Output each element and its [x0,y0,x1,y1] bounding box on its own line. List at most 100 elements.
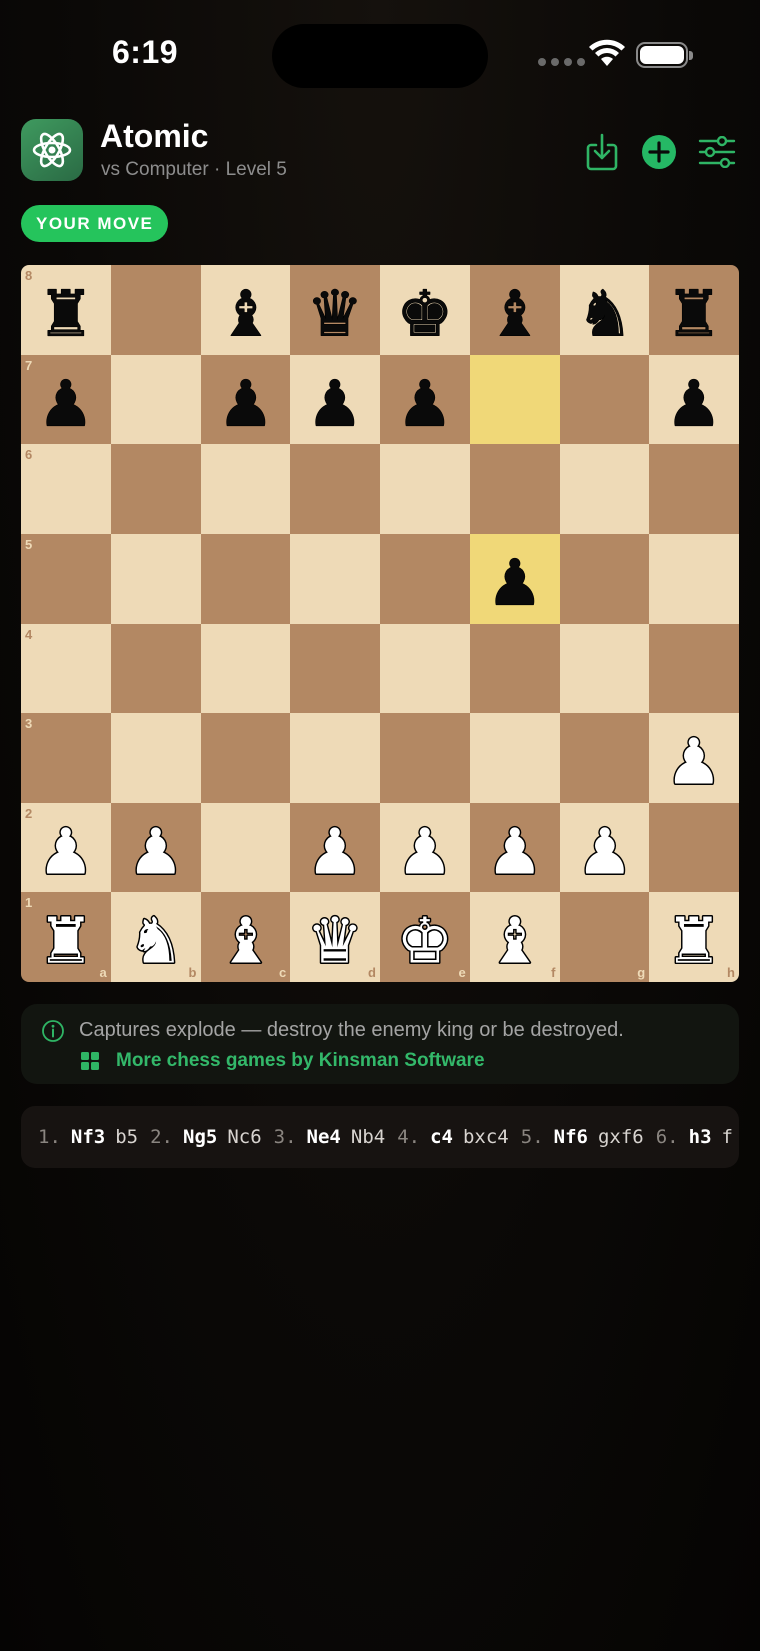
square-b2[interactable]: ♟ [110,802,201,893]
square-a5[interactable]: 5 [21,533,111,624]
square-d1[interactable]: ♛ d [290,892,380,982]
square-e5[interactable] [380,533,470,624]
white-pawn-icon[interactable]: ♟ [298,811,372,884]
square-a1[interactable]: ♜ 1 a [21,892,111,982]
black-pawn-icon[interactable]: ♟ [388,363,462,437]
square-a3[interactable]: 3 [21,713,111,803]
square-c1[interactable]: ♝ c [200,892,291,982]
white-move[interactable]: h3 [689,1126,712,1148]
square-b8[interactable] [110,265,201,355]
square-g8[interactable]: ♞ [559,265,650,355]
black-move[interactable]: b5 [115,1126,138,1148]
square-c6[interactable] [200,444,291,534]
white-queen-icon[interactable]: ♛ [298,900,372,973]
square-h7[interactable]: ♟ [649,354,739,445]
square-c3[interactable] [200,713,291,803]
square-a7[interactable]: ♟ 7 [21,354,111,445]
black-move[interactable]: bxc4 [463,1126,509,1148]
white-move[interactable]: Ne4 [307,1126,341,1148]
square-h2[interactable] [649,802,739,893]
black-pawn-icon[interactable]: ♟ [298,363,372,437]
black-pawn-icon[interactable]: ♟ [657,363,731,437]
square-d4[interactable] [290,623,380,714]
square-f5[interactable]: ♟ [469,533,560,624]
square-e7[interactable]: ♟ [380,354,470,445]
square-d5[interactable] [290,533,380,624]
square-b5[interactable] [110,533,201,624]
square-f2[interactable]: ♟ [469,802,560,893]
square-d2[interactable]: ♟ [290,802,380,893]
square-e8[interactable]: ♚ [380,265,470,355]
white-move[interactable]: c4 [430,1126,453,1148]
square-d6[interactable] [290,444,380,534]
black-pawn-icon[interactable]: ♟ [209,363,283,437]
export-button[interactable] [580,130,624,174]
square-e2[interactable]: ♟ [380,802,470,893]
settings-button[interactable] [695,130,739,174]
chess-board[interactable]: ♜ 8 ♝ ♛ ♚ ♝ ♞ ♜ ♟ 7 ♟ ♟ ♟ ♟ 6 5 ♟ 4 3 ♟ ♟ 2 ♟ ♟ ♟ ♟ ♟ ♜ 1 a ♞ b ♝ c ♛ d ♚ e ♝ f… [21,265,739,982]
square-a2[interactable]: ♟ 2 [21,802,111,893]
square-e6[interactable] [380,444,470,534]
square-h6[interactable] [649,444,739,534]
move-list[interactable]: 1. Nf3 b5 2. Ng5 Nc6 3. Ne4 Nb4 4. c4 bxc4 5. Nf6 gxf6… [21,1106,739,1168]
black-bishop-icon[interactable]: ♝ [478,273,552,347]
square-g7[interactable] [559,354,650,445]
square-b6[interactable] [110,444,201,534]
black-king-icon[interactable]: ♚ [388,273,462,347]
square-d3[interactable] [290,713,380,803]
black-move[interactable]: f [722,1126,733,1148]
square-b4[interactable] [110,623,201,714]
square-h5[interactable] [649,533,739,624]
square-b7[interactable] [110,354,201,445]
square-g1[interactable]: g [559,892,650,982]
square-g2[interactable]: ♟ [559,802,650,893]
square-f6[interactable] [469,444,560,534]
white-pawn-icon[interactable]: ♟ [388,811,462,884]
square-f4[interactable] [469,623,560,714]
black-rook-icon[interactable]: ♜ [657,273,731,347]
square-g6[interactable] [559,444,650,534]
square-a6[interactable]: 6 [21,444,111,534]
black-bishop-icon[interactable]: ♝ [209,273,283,347]
square-c7[interactable]: ♟ [200,354,291,445]
square-c2[interactable] [200,802,291,893]
white-move[interactable]: Nf6 [554,1126,588,1148]
black-rook-icon[interactable]: ♜ [29,273,103,347]
square-d8[interactable]: ♛ [290,265,380,355]
square-h8[interactable]: ♜ [649,265,739,355]
white-pawn-icon[interactable]: ♟ [119,811,193,884]
square-f1[interactable]: ♝ f [469,892,560,982]
square-c8[interactable]: ♝ [200,265,291,355]
square-c5[interactable] [200,533,291,624]
square-e4[interactable] [380,623,470,714]
square-a8[interactable]: ♜ 8 [21,265,111,355]
square-g3[interactable] [559,713,650,803]
square-d7[interactable]: ♟ [290,354,380,445]
square-b3[interactable] [110,713,201,803]
square-e1[interactable]: ♚ e [380,892,470,982]
white-move[interactable]: Nf3 [71,1126,105,1148]
white-move[interactable]: Ng5 [183,1126,217,1148]
black-knight-icon[interactable]: ♞ [568,273,642,347]
white-bishop-icon[interactable]: ♝ [209,900,283,973]
square-h4[interactable] [649,623,739,714]
white-knight-icon[interactable]: ♞ [119,900,193,973]
black-move[interactable]: gxf6 [598,1126,644,1148]
square-e3[interactable] [380,713,470,803]
square-b1[interactable]: ♞ b [110,892,201,982]
more-games-link[interactable]: More chess games by Kinsman Software [116,1050,485,1072]
white-pawn-icon[interactable]: ♟ [657,721,731,794]
white-bishop-icon[interactable]: ♝ [478,900,552,973]
black-queen-icon[interactable]: ♛ [298,273,372,347]
square-h3[interactable]: ♟ [649,713,739,803]
square-a4[interactable]: 4 [21,623,111,714]
white-pawn-icon[interactable]: ♟ [568,811,642,884]
white-rook-icon[interactable]: ♜ [657,900,731,973]
black-move[interactable]: Nb4 [351,1126,385,1148]
square-f3[interactable] [469,713,560,803]
black-move[interactable]: Nc6 [227,1126,261,1148]
white-rook-icon[interactable]: ♜ [29,900,103,973]
square-g4[interactable] [559,623,650,714]
white-pawn-icon[interactable]: ♟ [29,811,103,884]
square-h1[interactable]: ♜ h [649,892,739,982]
